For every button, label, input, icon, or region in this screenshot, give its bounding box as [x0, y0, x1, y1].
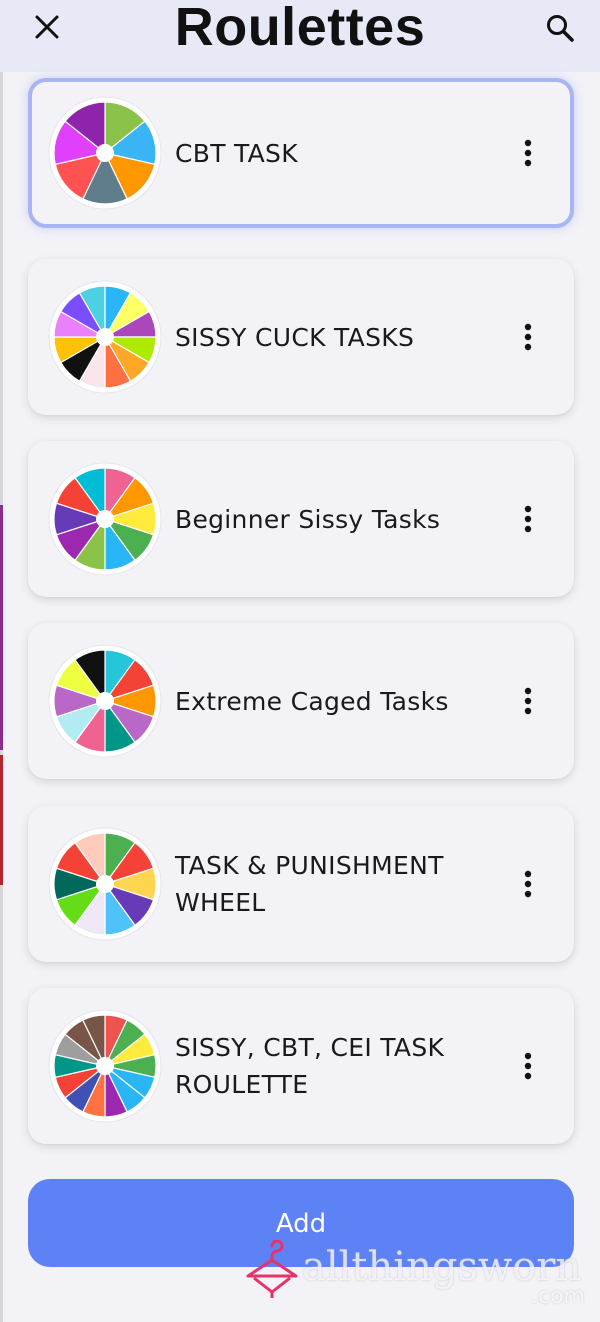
roulette-card[interactable]: Extreme Caged Tasks [28, 623, 574, 779]
roulette-card[interactable]: SISSY CUCK TASKS [28, 259, 574, 415]
more-options-button[interactable] [508, 135, 548, 171]
more-vertical-icon [524, 870, 532, 898]
roulette-title: SISSY CUCK TASKS [175, 322, 415, 352]
more-vertical-icon [524, 687, 532, 715]
more-options-button[interactable] [508, 1048, 548, 1084]
add-button-label: Add [275, 1209, 327, 1239]
watermark-suffix: .com [531, 1284, 585, 1309]
roulette-wheel-icon [48, 280, 162, 394]
app-header: Roulettes [0, 0, 600, 72]
roulette-wheel-icon [48, 96, 162, 210]
roulette-wheel-icon [48, 827, 162, 941]
roulette-card[interactable]: SISSY, CBT, CEI TASK ROULETTE [28, 988, 574, 1144]
roulette-title: CBT TASK [175, 138, 298, 168]
more-options-button[interactable] [508, 319, 548, 355]
roulette-wheel-icon [48, 462, 162, 576]
search-button[interactable] [540, 8, 580, 48]
search-icon [547, 15, 574, 42]
roulette-card[interactable]: CBT TASK [28, 78, 574, 228]
left-edge-strip-red [0, 755, 3, 885]
roulette-wheel-icon [48, 1009, 162, 1123]
more-vertical-icon [524, 323, 532, 351]
more-options-button[interactable] [508, 501, 548, 537]
roulette-title: SISSY, CBT, CEI TASK ROULETTE [175, 1033, 445, 1099]
more-options-button[interactable] [508, 683, 548, 719]
left-edge-strip-purple [0, 505, 3, 750]
page-title: Roulettes [174, 0, 426, 57]
roulette-wheel-icon [48, 644, 162, 758]
roulette-card[interactable]: TASK & PUNISHMENT WHEEL [28, 806, 574, 962]
more-vertical-icon [524, 505, 532, 533]
add-button[interactable]: Add [28, 1179, 574, 1267]
left-edge-strip [0, 0, 3, 1322]
roulette-title: Beginner Sissy Tasks [175, 504, 441, 534]
more-options-button[interactable] [508, 866, 548, 902]
roulette-title: TASK & PUNISHMENT WHEEL [175, 851, 444, 917]
more-vertical-icon [524, 139, 532, 167]
more-vertical-icon [524, 1052, 532, 1080]
roulette-title: Extreme Caged Tasks [175, 686, 449, 716]
roulette-card[interactable]: Beginner Sissy Tasks [28, 441, 574, 597]
